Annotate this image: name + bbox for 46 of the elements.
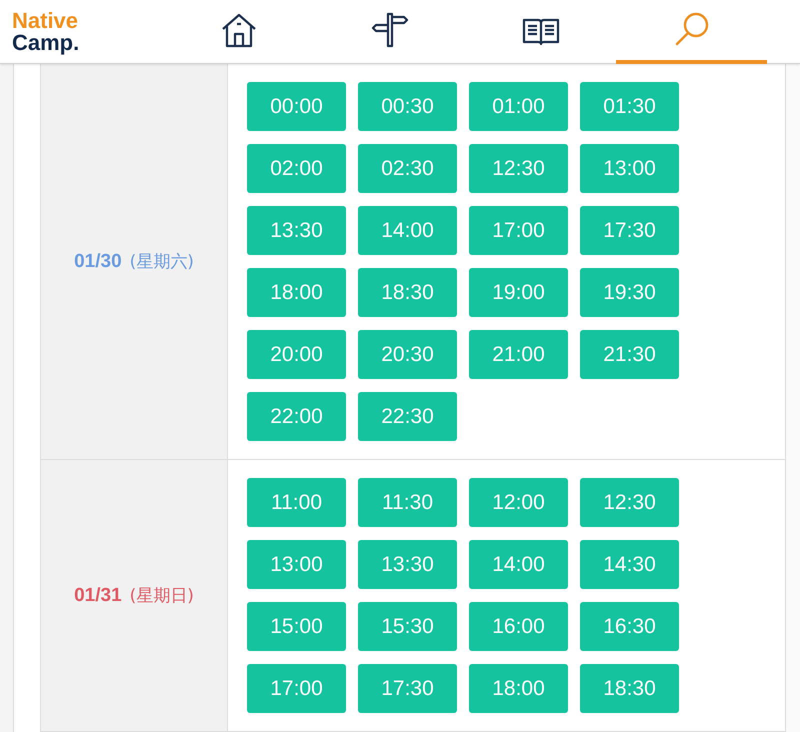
date-text: 01/31 <box>74 584 122 606</box>
time-slot-button[interactable]: 12:30 <box>469 144 568 193</box>
time-slot-button[interactable]: 14:00 <box>469 540 568 589</box>
time-slot-button[interactable]: 18:30 <box>358 268 457 317</box>
time-slot-button[interactable]: 00:30 <box>358 82 457 131</box>
time-slot-button[interactable]: 20:30 <box>358 330 457 379</box>
time-slot-button[interactable]: 11:00 <box>247 478 346 527</box>
time-slot-button[interactable]: 20:00 <box>247 330 346 379</box>
time-slot-button[interactable]: 13:00 <box>580 144 679 193</box>
weekday-text: (星期六) <box>130 251 194 273</box>
time-slot-button[interactable]: 13:30 <box>358 540 457 589</box>
date-text: 01/30 <box>74 250 122 272</box>
logo-text: Native <box>12 10 78 32</box>
time-slot-button[interactable]: 02:30 <box>358 144 457 193</box>
time-slot-button[interactable]: 14:30 <box>580 540 679 589</box>
time-slot-button[interactable]: 19:30 <box>580 268 679 317</box>
time-slot-button[interactable]: 17:00 <box>247 664 346 713</box>
time-slot-button[interactable]: 22:00 <box>247 392 346 441</box>
time-slot-button[interactable]: 17:00 <box>469 206 568 255</box>
time-slot-button[interactable]: 18:00 <box>469 664 568 713</box>
time-slot-button[interactable]: 02:00 <box>247 144 346 193</box>
time-slot-button[interactable]: 13:30 <box>247 206 346 255</box>
time-slot-button[interactable]: 17:30 <box>358 664 457 713</box>
time-slot-button[interactable]: 01:00 <box>469 82 568 131</box>
signpost-icon <box>370 12 408 48</box>
time-slot-button[interactable]: 19:00 <box>469 268 568 317</box>
time-slot-button[interactable]: 21:00 <box>469 330 568 379</box>
time-slot-button[interactable]: 00:00 <box>247 82 346 131</box>
time-slot-button[interactable]: 01:30 <box>580 82 679 131</box>
time-slot-button[interactable]: 14:00 <box>358 206 457 255</box>
logo-text: Camp. <box>12 32 80 54</box>
weekday-text: (星期日) <box>130 585 194 607</box>
time-slot-button[interactable]: 12:30 <box>580 478 679 527</box>
time-slot-button[interactable]: 13:00 <box>247 540 346 589</box>
time-slot-button[interactable]: 12:00 <box>469 478 568 527</box>
time-slot-button[interactable]: 11:30 <box>358 478 457 527</box>
time-slot-button[interactable]: 16:30 <box>580 602 679 651</box>
time-slot-button[interactable]: 17:30 <box>580 206 679 255</box>
home-icon <box>220 12 256 48</box>
time-slot-button[interactable]: 21:30 <box>580 330 679 379</box>
time-slot-button[interactable]: 18:00 <box>247 268 346 317</box>
time-slot-button[interactable]: 18:30 <box>580 664 679 713</box>
time-slot-button[interactable]: 15:00 <box>247 602 346 651</box>
time-slot-button[interactable]: 15:30 <box>358 602 457 651</box>
time-slot-button[interactable]: 22:30 <box>358 392 457 441</box>
time-slot-button[interactable]: 16:00 <box>469 602 568 651</box>
